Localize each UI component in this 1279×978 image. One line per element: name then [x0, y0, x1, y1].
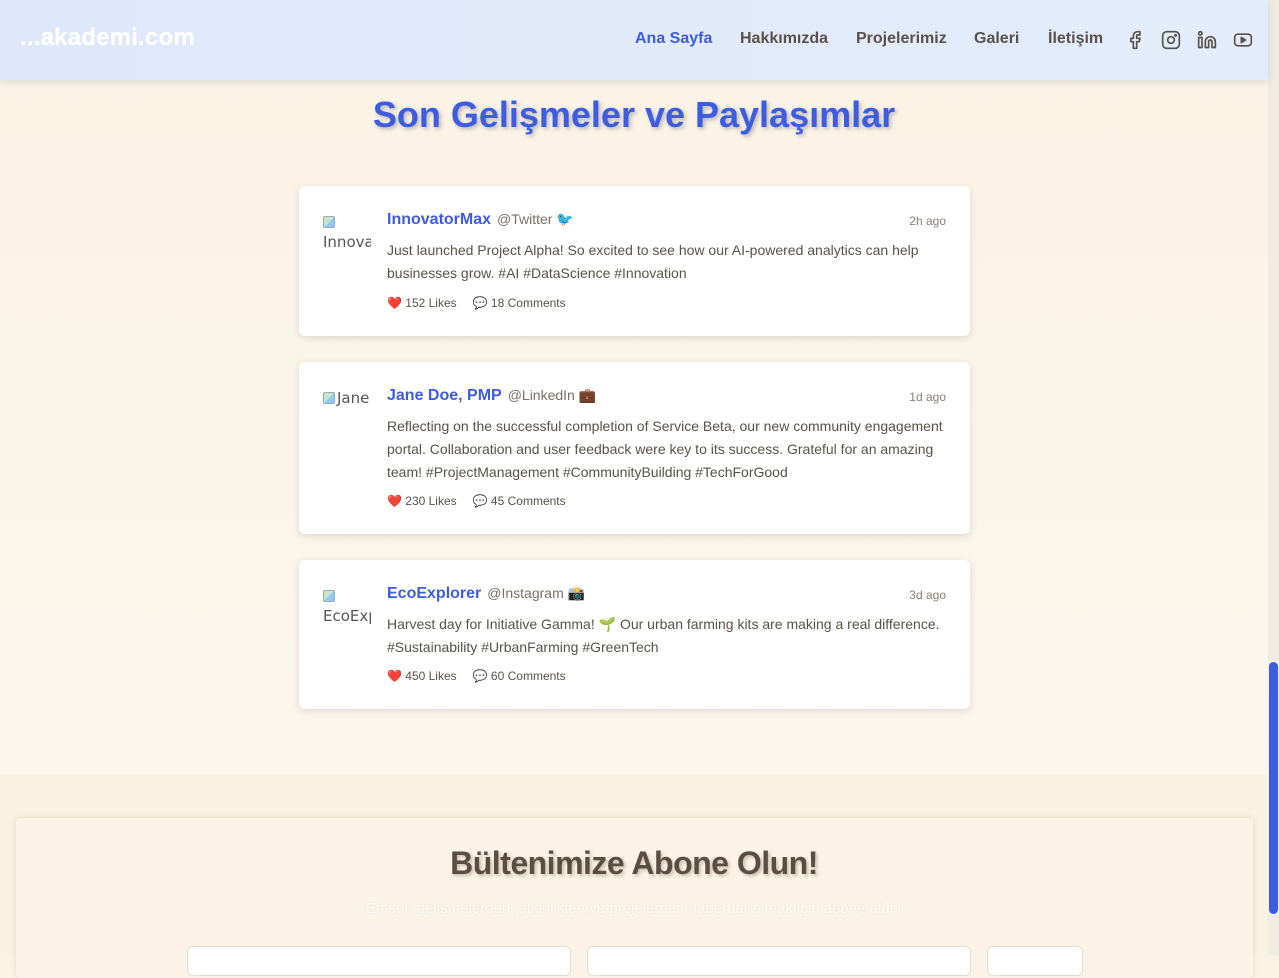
- brand-logo[interactable]: ...akademi.com: [20, 24, 195, 52]
- post-platform: @LinkedIn 💼: [507, 387, 597, 403]
- email-input[interactable]: [587, 946, 971, 976]
- nav-link-galeri[interactable]: Galeri: [974, 30, 1019, 48]
- comments-count[interactable]: 💬 45 Comments: [473, 494, 566, 508]
- subscribe-button[interactable]: [987, 946, 1083, 976]
- newsletter-title: Bültenimize Abone Olun!: [450, 845, 818, 881]
- post-stats: ❤️ 230 Likes 💬 45 Comments: [387, 494, 566, 508]
- post-card: Jane Jane Doe, PMP @LinkedIn 💼 1d ago Ref…: [299, 362, 970, 534]
- post-platform: @Instagram 📸: [487, 585, 586, 601]
- broken-image-icon: [323, 590, 335, 602]
- facebook-icon[interactable]: [1124, 29, 1146, 51]
- broken-image-icon: [323, 392, 335, 404]
- avatar-alt-text: Innovat: [323, 233, 371, 251]
- feed-title: Son Gelişmeler ve Paylaşımlar: [372, 94, 896, 135]
- nav-link-iletisim[interactable]: İletişim: [1048, 30, 1103, 48]
- nav-link-ana-sayfa[interactable]: Ana Sayfa: [635, 30, 712, 48]
- post-platform: @Twitter 🐦: [497, 211, 574, 227]
- post-stats: ❤️ 152 Likes 💬 18 Comments: [387, 296, 566, 310]
- post-author[interactable]: InnovatorMax: [387, 211, 491, 228]
- post-card: EcoExp EcoExplorer @Instagram 📸 3d ago Ha…: [299, 560, 970, 709]
- nav-link-hakkimizda[interactable]: Hakkımızda: [740, 30, 828, 48]
- post-author[interactable]: Jane Doe, PMP: [387, 387, 502, 404]
- post-header: InnovatorMax @Twitter 🐦 2h ago: [387, 211, 946, 233]
- name-input[interactable]: [187, 946, 571, 976]
- avatar-alt-text: EcoExp: [323, 607, 371, 625]
- post-time: 3d ago: [909, 588, 946, 602]
- likes-count[interactable]: ❤️ 152 Likes: [387, 296, 457, 310]
- post-card: Innovat InnovatorMax @Twitter 🐦 2h ago Ju…: [299, 186, 970, 336]
- nav-link-projelerimiz[interactable]: Projelerimiz: [856, 30, 947, 48]
- newsletter-subtitle: En son gelişmelerden, etkinlikten ve pro…: [365, 900, 903, 917]
- instagram-icon[interactable]: [1160, 29, 1182, 51]
- post-text: Reflecting on the successful completion …: [387, 418, 943, 480]
- youtube-icon[interactable]: [1232, 29, 1254, 51]
- post-header: EcoExplorer @Instagram 📸 3d ago: [387, 585, 946, 607]
- post-time: 2h ago: [909, 214, 946, 228]
- post-stats: ❤️ 450 Likes 💬 60 Comments: [387, 669, 566, 683]
- comments-count[interactable]: 💬 18 Comments: [473, 296, 566, 310]
- avatar: Innovat: [323, 212, 371, 258]
- avatar: EcoExp: [323, 586, 371, 632]
- likes-count[interactable]: ❤️ 230 Likes: [387, 494, 457, 508]
- post-text: Just launched Project Alpha! So excited …: [387, 242, 919, 281]
- linkedin-icon[interactable]: [1196, 29, 1218, 51]
- broken-image-icon: [323, 216, 335, 228]
- post-text: Harvest day for Initiative Gamma! 🌱 Our …: [387, 616, 940, 655]
- comments-count[interactable]: 💬 60 Comments: [473, 669, 566, 683]
- avatar: Jane: [323, 388, 371, 434]
- avatar-alt-text: Jane: [337, 389, 370, 407]
- likes-count[interactable]: ❤️ 450 Likes: [387, 669, 457, 683]
- navbar: ...akademi.com Ana Sayfa Hakkımızda Proj…: [0, 0, 1268, 80]
- post-author[interactable]: EcoExplorer: [387, 585, 481, 602]
- scrollbar-thumb[interactable]: [1269, 662, 1278, 914]
- post-header: Jane Doe, PMP @LinkedIn 💼 1d ago: [387, 387, 946, 409]
- post-time: 1d ago: [909, 390, 946, 404]
